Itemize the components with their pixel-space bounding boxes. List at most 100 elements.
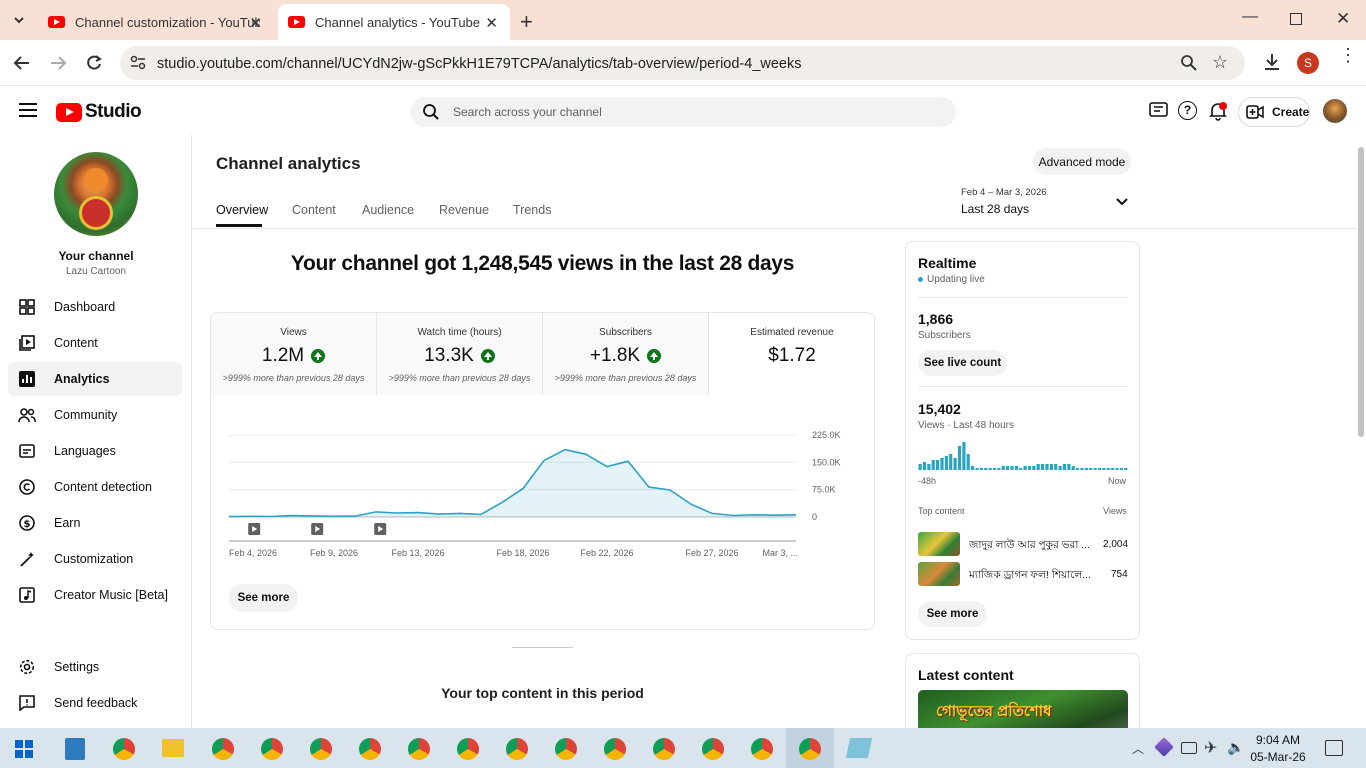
tray-pen-icon[interactable] xyxy=(1154,737,1174,757)
community-icon xyxy=(18,406,36,424)
windows-start-icon[interactable] xyxy=(15,740,33,758)
studio-logo[interactable]: Studio xyxy=(56,101,142,123)
tab-revenue[interactable]: Revenue xyxy=(439,203,489,217)
help-icon[interactable]: ? xyxy=(1178,101,1197,120)
realtime-see-more-button[interactable]: See more xyxy=(918,601,987,627)
create-button[interactable]: Create xyxy=(1238,97,1310,127)
advanced-mode-button[interactable]: Advanced mode xyxy=(1033,148,1131,175)
channel-avatar[interactable] xyxy=(54,152,138,236)
channel-search-input[interactable]: Search across your channel xyxy=(410,97,956,127)
top-content-item[interactable]: জাদুর লাউ আর পুকুর ভরা ... 2,004 xyxy=(918,532,1128,556)
chrome-profile-icon[interactable] xyxy=(408,738,430,760)
realtime-bar xyxy=(1089,468,1093,470)
sidebar-item-content-detection[interactable]: Content detection xyxy=(8,470,182,504)
tab-search-icon[interactable] xyxy=(10,12,28,28)
metric-subscribers[interactable]: Subscribers +1.8K >999% more than previo… xyxy=(543,313,709,395)
tab-audience[interactable]: Audience xyxy=(362,203,414,217)
chrome-profile-icon[interactable] xyxy=(751,738,773,760)
sidebar-item-customization[interactable]: Customization xyxy=(8,542,182,576)
download-icon[interactable] xyxy=(1262,52,1282,72)
realtime-bar xyxy=(1058,466,1062,470)
realtime-status: Updating live xyxy=(918,274,985,285)
latest-video-thumbnail[interactable]: গোভূতের প্রতিশোধ xyxy=(918,690,1128,728)
site-info-icon[interactable] xyxy=(129,55,147,71)
airplane-mode-icon[interactable]: ✈ xyxy=(1204,738,1217,758)
metric-revenue[interactable]: Estimated revenue $1.72 xyxy=(709,313,875,395)
sidebar-item-languages[interactable]: Languages xyxy=(8,434,182,468)
close-tab-icon[interactable]: ✕ xyxy=(485,14,498,32)
forward-icon[interactable] xyxy=(48,54,68,72)
see-more-button[interactable]: See more xyxy=(229,584,298,612)
sidebar-item-creator-music[interactable]: Creator Music [Beta] xyxy=(8,578,182,612)
chrome-profile-icon[interactable] xyxy=(506,738,528,760)
chrome-profile-icon[interactable] xyxy=(310,738,332,760)
volume-icon[interactable]: 🔈 xyxy=(1227,739,1244,756)
url-field[interactable]: studio.youtube.com/channel/UCYdN2jw-gScP… xyxy=(120,46,1245,80)
see-live-count-button[interactable]: See live count xyxy=(918,350,1007,376)
top-content-item[interactable]: ম্যাজিক ড্রাগন ফল! শিয়ালে... 754 xyxy=(918,562,1128,586)
notification-center-icon[interactable] xyxy=(1325,740,1343,756)
sidebar-item-dashboard[interactable]: Dashboard xyxy=(8,290,182,324)
sidebar-item-send-feedback[interactable]: Send feedback xyxy=(8,686,182,720)
sidebar-item-earn[interactable]: $ Earn xyxy=(8,506,182,540)
chrome-icon[interactable] xyxy=(212,738,234,760)
close-tab-icon[interactable]: ✕ xyxy=(249,14,262,32)
bookmark-star-icon[interactable]: ☆ xyxy=(1212,52,1228,73)
realtime-views-label: Views · Last 48 hours xyxy=(918,420,1014,431)
page-scrollbar[interactable] xyxy=(1356,135,1366,728)
views-column-label: Views xyxy=(1103,506,1127,516)
sidebar-item-analytics[interactable]: Analytics xyxy=(8,362,182,396)
metric-views[interactable]: Views 1.2M >999% more than previous 28 d… xyxy=(211,313,377,395)
chrome-profile-icon[interactable] xyxy=(555,738,577,760)
top-content-label: Top content xyxy=(918,506,965,516)
analytics-main: Channel analytics Advanced mode Feb 4 – … xyxy=(193,135,1356,728)
sidebar-item-content[interactable]: Content xyxy=(8,326,182,360)
metric-watch-time[interactable]: Watch time (hours) 13.3K >999% more than… xyxy=(377,313,543,395)
account-avatar[interactable] xyxy=(1323,99,1347,123)
hamburger-menu-icon[interactable] xyxy=(19,103,37,117)
file-explorer-icon[interactable] xyxy=(162,739,184,757)
notepad-icon[interactable] xyxy=(845,738,873,758)
chrome-profile-icon[interactable] xyxy=(359,738,381,760)
realtime-card: Realtime Updating live 1,866 Subscribers… xyxy=(905,241,1140,640)
battery-icon[interactable] xyxy=(1181,742,1197,754)
new-tab-icon[interactable]: + xyxy=(520,9,533,35)
date-range-selector[interactable]: Feb 4 – Mar 3, 2026 Last 28 days xyxy=(961,187,1133,219)
notifications-icon[interactable] xyxy=(1208,101,1228,121)
back-icon[interactable] xyxy=(12,54,32,72)
chrome-profile-icon[interactable] xyxy=(457,738,479,760)
views-chart[interactable]: 225.0K 150.0K 75.0K 0 Feb 4, 2026 Feb 9, 2026… xyxy=(211,413,851,573)
reload-icon[interactable] xyxy=(84,53,104,73)
taskbar-date[interactable]: 05-Mar-26 xyxy=(1246,750,1310,764)
tab-trends[interactable]: Trends xyxy=(513,203,551,217)
views-area xyxy=(229,449,796,517)
maximize-icon[interactable] xyxy=(1290,13,1302,25)
taskbar-time[interactable]: 9:04 AM xyxy=(1246,733,1310,747)
calculator-icon[interactable] xyxy=(65,738,85,760)
profile-avatar[interactable]: S xyxy=(1297,52,1319,74)
chrome-icon[interactable] xyxy=(113,738,135,760)
y-tick-label: 0 xyxy=(812,512,817,522)
realtime-bar xyxy=(922,462,927,470)
content-icon xyxy=(18,334,36,352)
chrome-profile-icon[interactable] xyxy=(653,738,675,760)
browser-tab-analytics[interactable]: Channel analytics - YouTube Studio ✕ xyxy=(278,4,510,40)
realtime-bar xyxy=(936,460,940,470)
sidebar-item-community[interactable]: Community xyxy=(8,398,182,432)
chrome-profile-icon[interactable] xyxy=(261,738,283,760)
messages-icon[interactable] xyxy=(1149,102,1169,120)
tray-chevron-icon[interactable]: ︿ xyxy=(1132,740,1144,757)
window-close-icon[interactable]: ✕ xyxy=(1336,9,1350,29)
chrome-profile-icon[interactable] xyxy=(702,738,724,760)
zoom-icon[interactable] xyxy=(1180,54,1198,72)
realtime-bars-chart[interactable] xyxy=(918,440,1128,470)
sidebar-item-settings[interactable]: Settings xyxy=(8,650,182,684)
scrollbar-thumb[interactable] xyxy=(1358,147,1364,437)
chrome-active-icon[interactable] xyxy=(799,738,821,760)
browser-menu-icon[interactable]: ⋮ xyxy=(1339,46,1357,64)
browser-tab-customization[interactable]: Channel customization - YouTube Studio ✕ xyxy=(38,4,274,40)
tab-content[interactable]: Content xyxy=(292,203,336,217)
chrome-profile-icon[interactable] xyxy=(604,738,626,760)
tab-overview[interactable]: Overview xyxy=(216,203,268,217)
minimize-icon[interactable]: — xyxy=(1242,8,1258,26)
